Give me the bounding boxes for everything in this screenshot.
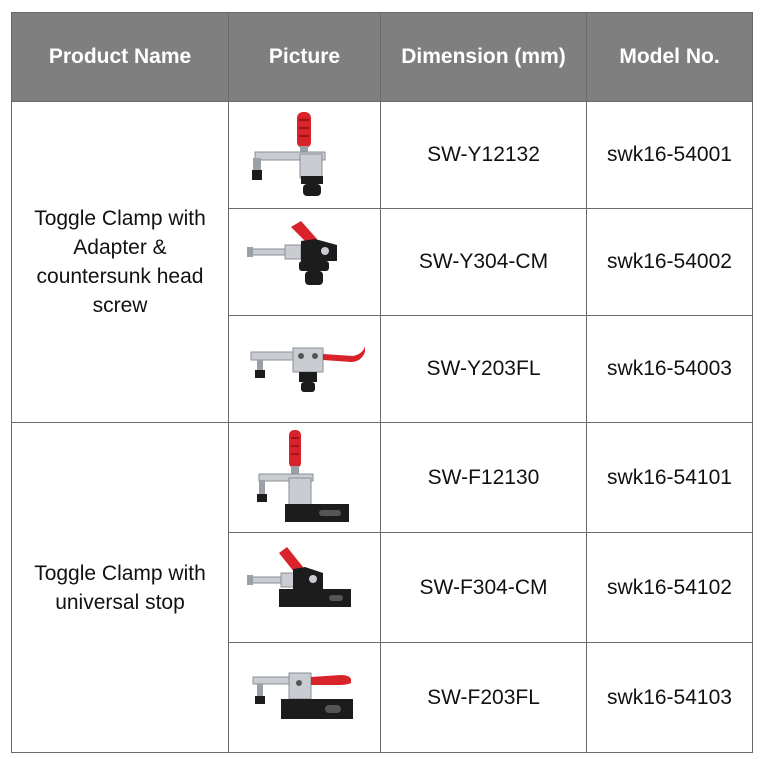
product-table: Product Name Picture Dimension (mm) Mode… [11, 12, 753, 753]
model-cell: swk16-54103 [586, 642, 753, 753]
picture-cell [228, 422, 381, 533]
header-picture: Picture [228, 12, 381, 102]
model-cell: swk16-54002 [586, 208, 753, 316]
table-row: Toggle Clamp with Adapter & countersunk … [11, 101, 753, 423]
model-cell: swk16-54003 [586, 315, 753, 423]
model-cell: swk16-54102 [586, 532, 753, 643]
product-name-cell: Toggle Clamp with universal stop [11, 422, 229, 753]
push-pull-toggle-clamp-adapter-icon [246, 221, 337, 285]
header-row: Product Name Picture Dimension (mm) Mode… [11, 12, 753, 102]
product-name-cell: Toggle Clamp with Adapter & countersunk … [11, 101, 229, 423]
product-name-line: screw [92, 294, 148, 317]
model-cell: swk16-54101 [586, 422, 753, 533]
horizontal-toggle-clamp-stop-icon [252, 672, 353, 719]
product-name-line: Toggle Clamp with [34, 561, 206, 585]
dimension-cell: SW-F203FL [380, 642, 587, 753]
product-name-line: Adapter & [73, 236, 167, 259]
dimension-cell: SW-Y12132 [380, 101, 587, 209]
dimension-cell: SW-F304-CM [380, 532, 587, 643]
table-row: Toggle Clamp with universal stop SW-F121… [11, 422, 753, 753]
picture-cell [228, 208, 381, 316]
dimension-cell: SW-Y304-CM [380, 208, 587, 316]
picture-cell [228, 101, 381, 209]
product-name-line: countersunk head [36, 265, 204, 288]
push-pull-toggle-clamp-stop-icon [246, 546, 351, 607]
vertical-toggle-clamp-stop-icon [256, 429, 349, 522]
dimension-cell: SW-F12130 [380, 422, 587, 533]
picture-cell [228, 642, 381, 753]
header-model-no: Model No. [586, 12, 753, 102]
vertical-toggle-clamp-adapter-icon [251, 112, 325, 196]
model-cell: swk16-54001 [586, 101, 753, 209]
picture-cell [228, 532, 381, 643]
horizontal-toggle-clamp-adapter-icon [250, 346, 365, 392]
header-dimension: Dimension (mm) [380, 12, 587, 102]
header-product-name: Product Name [11, 12, 229, 102]
picture-cell [228, 315, 381, 423]
product-name-line: Toggle Clamp with [34, 207, 206, 230]
dimension-cell: SW-Y203FL [380, 315, 587, 423]
product-name-line: universal stop [55, 590, 185, 614]
